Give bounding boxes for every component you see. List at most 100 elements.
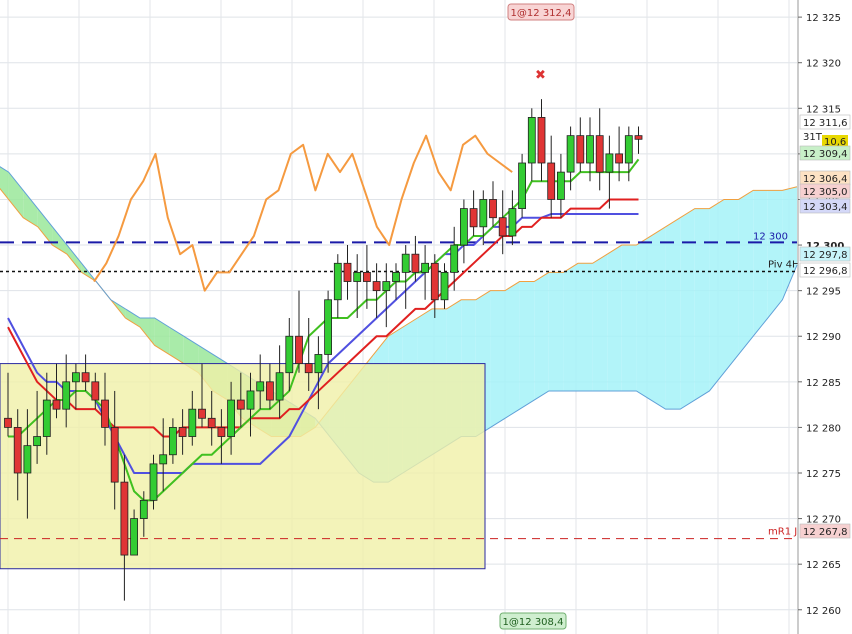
cloud-segment — [578, 263, 593, 391]
candle-body — [101, 399, 109, 428]
cloud-segment — [534, 272, 549, 401]
price-label-text: 12 267,8 — [803, 527, 848, 538]
cloud-segment — [738, 190, 754, 355]
chart: 12 300 Piv 4H mR1 J ✖ 1@12 312,4 1@12 30… — [0, 0, 852, 634]
candle-body — [595, 135, 604, 173]
axis-tick-label: 12 280 — [806, 423, 841, 434]
candle-body — [527, 117, 536, 164]
candle-body — [246, 390, 255, 410]
candle-body — [120, 481, 129, 556]
candle-body — [566, 135, 575, 173]
axis-tick-label: 12 275 — [806, 469, 841, 480]
cloud-segment — [548, 272, 564, 391]
candle-body — [130, 518, 139, 556]
cloud-segment — [169, 327, 184, 364]
cloud-segment — [154, 318, 170, 355]
candle-body — [624, 135, 633, 164]
candle-body — [605, 153, 614, 173]
candle-body — [489, 199, 497, 219]
axis-tick-label: 12 295 — [806, 287, 841, 298]
cloud-segment — [140, 318, 155, 346]
candle-body — [382, 281, 391, 292]
candle-body — [304, 363, 313, 374]
candle-body — [557, 171, 565, 200]
cloud-segment — [694, 208, 710, 401]
top-order-marker-text: 1@12 312,4 — [511, 8, 572, 19]
candle-body — [324, 299, 333, 355]
candle-body — [23, 445, 32, 474]
bottom-order-marker-text: 1@12 308,4 — [503, 617, 564, 628]
bottom-order-marker[interactable]: 1@12 308,4 — [499, 612, 567, 630]
cloud-segment — [636, 235, 651, 401]
axis-tick-label: 12 265 — [806, 560, 841, 571]
candle-body — [275, 372, 284, 401]
candle-body — [139, 499, 148, 519]
level-12300-label: 12 300 — [753, 231, 788, 242]
axis-tick-label: 12 315 — [806, 104, 841, 115]
candle-body — [576, 135, 585, 164]
candle-body — [236, 399, 245, 410]
candle-body — [634, 135, 643, 140]
candle-body — [411, 253, 420, 273]
candle-body — [498, 217, 507, 237]
candle-body — [362, 272, 371, 282]
candle-body — [207, 417, 216, 428]
cloud-segment — [519, 281, 535, 410]
sell-signal-icon: ✖ — [535, 68, 546, 83]
candle-body — [62, 381, 71, 410]
price-axis-background — [798, 0, 852, 634]
candle-body — [518, 162, 526, 209]
axis-tick-label: 12 260 — [806, 606, 841, 617]
axis-tick-label: 12 290 — [806, 332, 841, 343]
candle-body — [615, 153, 623, 164]
candle-body — [479, 199, 488, 228]
price-label-text: 12 296,8 — [803, 266, 848, 277]
candle-body — [430, 262, 439, 301]
price-label-text: 12 311,6 — [803, 118, 848, 129]
candle-body — [450, 244, 459, 273]
candle-body — [508, 208, 517, 237]
candle-body — [537, 117, 546, 164]
price-label-text: 12 309,4 — [803, 149, 848, 160]
candle-body — [198, 408, 206, 419]
candle-body — [421, 262, 430, 273]
cloud-segment — [563, 263, 578, 391]
price-label-text: 12 306,4 — [803, 174, 848, 185]
candle-body — [314, 354, 323, 374]
axis-tick-label: 12 320 — [806, 59, 841, 70]
candle-body — [42, 399, 51, 437]
candle-body — [469, 208, 478, 228]
candle-body — [91, 381, 100, 401]
candle-body — [256, 381, 265, 392]
candle-body — [217, 427, 226, 437]
cloud-segment — [651, 226, 666, 410]
candle-body — [159, 454, 168, 465]
cloud-segment — [8, 172, 24, 218]
price-label-text: 12 303,4 — [803, 202, 848, 213]
cloud-segment — [592, 254, 608, 391]
candle-body — [343, 262, 352, 282]
candle-body — [547, 162, 556, 200]
candle-body — [33, 436, 41, 447]
pivot-4h-label: Piv 4H — [768, 260, 800, 271]
axis-tick-label: 12 285 — [806, 378, 841, 389]
candle-body — [353, 272, 362, 282]
candle-body — [586, 135, 594, 164]
candle-body — [178, 427, 187, 437]
candle-body — [13, 427, 22, 474]
cloud-segment — [724, 199, 739, 373]
price-label-text: 12 297,8 — [803, 250, 848, 261]
candle-body — [265, 381, 274, 401]
candle-body — [392, 272, 400, 282]
axis-tick-label: 12 325 — [806, 13, 841, 24]
chikou-line — [93, 134, 513, 292]
candle-body — [81, 372, 90, 383]
cloud-segment — [680, 208, 695, 410]
top-order-marker[interactable]: 1@12 312,4 — [507, 3, 575, 21]
cloud-segment — [665, 217, 681, 410]
candle-body — [459, 208, 468, 246]
price-axis — [797, 0, 852, 634]
cloud-segment — [125, 308, 140, 328]
candle-body — [188, 408, 197, 437]
cloud-segment — [767, 190, 783, 318]
